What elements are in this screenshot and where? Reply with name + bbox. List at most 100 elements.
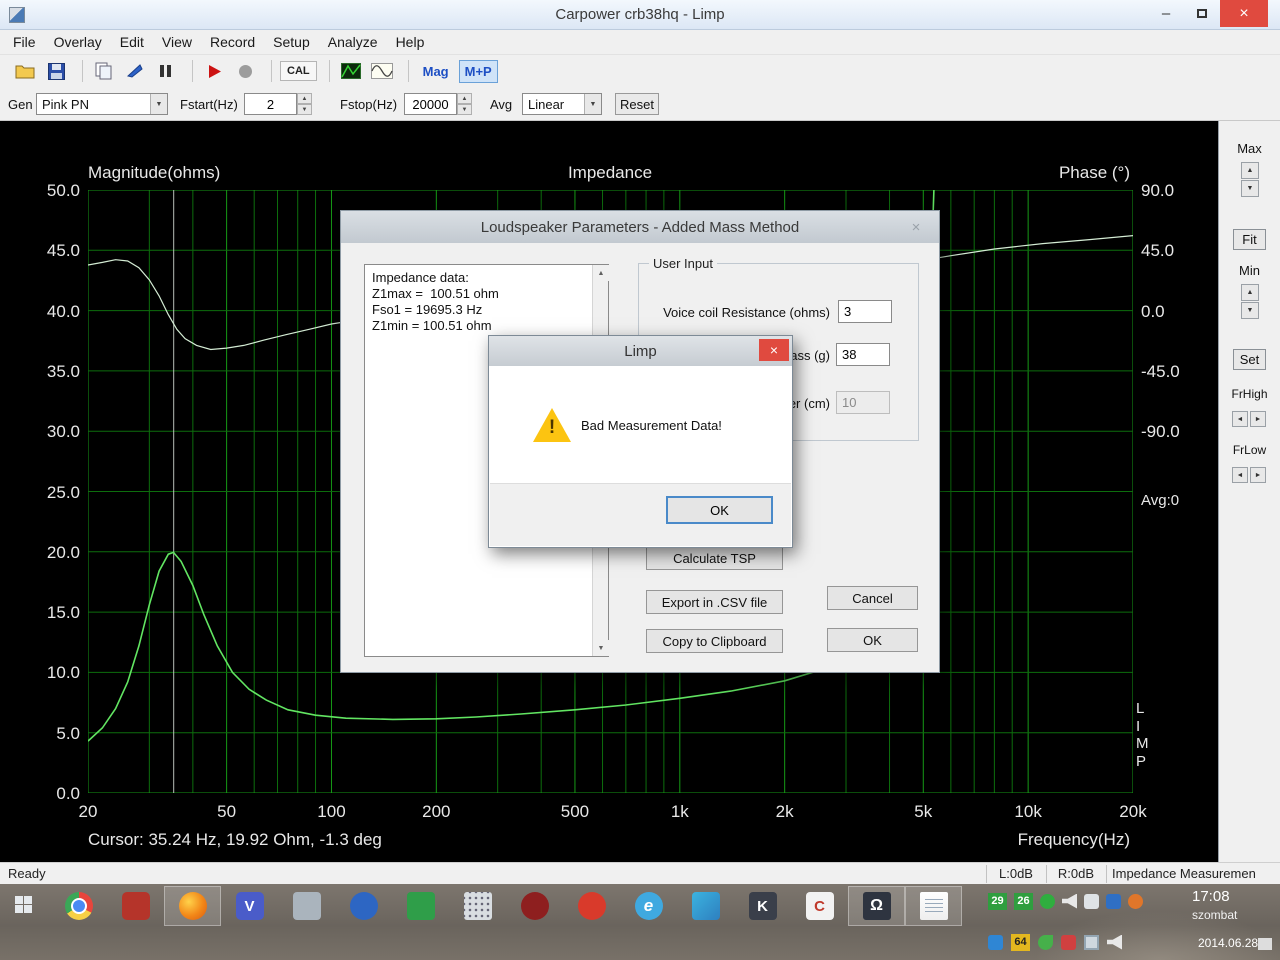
calibrate-button[interactable]: CAL bbox=[280, 61, 317, 81]
chevron-down-icon[interactable]: ▼ bbox=[150, 94, 167, 114]
spin-down-icon[interactable]: ▼ bbox=[457, 104, 472, 115]
show-desktop-icon[interactable] bbox=[1258, 938, 1272, 950]
tray-badge[interactable]: 29 bbox=[988, 892, 1007, 910]
taskbar-app-green-app[interactable] bbox=[392, 886, 449, 926]
taskbar-app-red-swirl[interactable] bbox=[563, 886, 620, 926]
record-stop-button[interactable] bbox=[232, 59, 258, 83]
frlow-left-button[interactable]: ◄ bbox=[1232, 467, 1248, 483]
marker-button[interactable] bbox=[122, 59, 148, 83]
fit-button[interactable]: Fit bbox=[1233, 229, 1266, 250]
taskbar-app-firefox[interactable] bbox=[164, 886, 221, 926]
min-down-button[interactable]: ▼ bbox=[1241, 302, 1259, 319]
taskbar-clock[interactable]: 17:08 szombat bbox=[1192, 888, 1256, 922]
taskbar-app-dark-red[interactable] bbox=[506, 886, 563, 926]
magnitude-phase-view-button[interactable]: M+P bbox=[458, 59, 498, 83]
copy-button[interactable] bbox=[91, 59, 117, 83]
spin-up-icon[interactable]: ▲ bbox=[457, 93, 472, 104]
taskbar-app-thunderbird[interactable] bbox=[335, 886, 392, 926]
pause-button[interactable] bbox=[153, 59, 179, 83]
export-csv-button[interactable]: Export in .CSV file bbox=[646, 590, 783, 614]
frhigh-right-button[interactable]: ► bbox=[1250, 411, 1266, 427]
taskbar-app-c-app[interactable]: C bbox=[791, 886, 848, 926]
maximize-button[interactable] bbox=[1184, 0, 1220, 27]
min-up-button[interactable]: ▲ bbox=[1241, 284, 1259, 301]
tray-badge[interactable]: 26 bbox=[1014, 892, 1033, 910]
taskbar-app-limp[interactable]: Ω bbox=[848, 886, 905, 926]
magnitude-view-button[interactable]: Mag bbox=[417, 61, 455, 82]
menu-file[interactable]: File bbox=[4, 31, 45, 53]
chevron-down-icon[interactable]: ▼ bbox=[584, 94, 601, 114]
toolbar-separator bbox=[328, 60, 330, 82]
tray-badge[interactable]: 64 bbox=[1011, 933, 1030, 951]
menu-help[interactable]: Help bbox=[387, 31, 434, 53]
tray-green-icon[interactable] bbox=[1040, 893, 1055, 909]
fstart-spinner[interactable]: ▲▼ bbox=[244, 93, 312, 115]
menu-view[interactable]: View bbox=[153, 31, 201, 53]
voice-coil-resistance-input[interactable] bbox=[838, 300, 892, 323]
msgbox-titlebar[interactable]: Limp × bbox=[489, 336, 792, 366]
msgbox-ok-button[interactable]: OK bbox=[666, 496, 773, 524]
minimize-button[interactable]: – bbox=[1148, 0, 1184, 27]
avg-label: Avg bbox=[490, 97, 513, 112]
avg-select[interactable]: Linear ▼ bbox=[522, 93, 602, 115]
max-down-button[interactable]: ▼ bbox=[1241, 180, 1259, 197]
spin-up-icon[interactable]: ▲ bbox=[297, 93, 312, 104]
calculate-tsp-button[interactable]: Calculate TSP bbox=[646, 546, 783, 570]
tray-blue-icon[interactable] bbox=[1106, 893, 1121, 909]
menu-record[interactable]: Record bbox=[201, 31, 264, 53]
start-button[interactable] bbox=[0, 884, 48, 926]
taskbar-apps: Ve KCΩ bbox=[50, 886, 962, 926]
tray-orange-icon[interactable] bbox=[1128, 893, 1143, 909]
dialog-ok-button[interactable]: OK bbox=[827, 628, 918, 652]
dialog-close-button[interactable]: × bbox=[901, 217, 931, 237]
tray-leaf-icon[interactable] bbox=[1038, 934, 1053, 950]
tray-speaker-icon[interactable] bbox=[1062, 893, 1077, 909]
frlow-right-button[interactable]: ► bbox=[1250, 467, 1266, 483]
fstop-spinner[interactable]: ▲▼ bbox=[404, 93, 472, 115]
save-button[interactable] bbox=[43, 59, 69, 83]
reset-button[interactable]: Reset bbox=[615, 93, 659, 115]
cancel-button[interactable]: Cancel bbox=[827, 586, 918, 610]
menu-edit[interactable]: Edit bbox=[111, 31, 153, 53]
tray-display-icon[interactable] bbox=[1084, 934, 1099, 950]
dialog-titlebar[interactable]: Loudspeaker Parameters - Added Mass Meth… bbox=[341, 211, 939, 243]
added-mass-input[interactable] bbox=[836, 343, 890, 366]
taskbar-app-gray-app[interactable] bbox=[278, 886, 335, 926]
taskbar-app-ie[interactable]: e bbox=[620, 886, 677, 926]
taskbar-app-notepad[interactable] bbox=[905, 886, 962, 926]
copy-clipboard-button[interactable]: Copy to Clipboard bbox=[646, 629, 783, 653]
up-arrow-icon: ▲ bbox=[1246, 289, 1254, 296]
generator-type-select[interactable]: Pink PN ▼ bbox=[36, 93, 168, 115]
spin-down-icon[interactable]: ▼ bbox=[297, 104, 312, 115]
frhigh-left-button[interactable]: ◄ bbox=[1232, 411, 1248, 427]
fstart-input[interactable] bbox=[244, 93, 297, 115]
spectrum-icon bbox=[340, 63, 361, 79]
tray-speaker2-icon[interactable] bbox=[1107, 934, 1122, 950]
signal-generator-button[interactable] bbox=[369, 59, 395, 83]
tray-red-icon[interactable] bbox=[1061, 934, 1076, 950]
taskbar-app-keyboard[interactable] bbox=[449, 886, 506, 926]
taskbar-app-media[interactable] bbox=[677, 886, 734, 926]
scroll-down-icon[interactable]: ▼ bbox=[593, 640, 609, 656]
msgbox-close-button[interactable]: × bbox=[759, 339, 789, 361]
menu-analyze[interactable]: Analyze bbox=[319, 31, 387, 53]
scroll-up-icon[interactable]: ▲ bbox=[593, 265, 609, 281]
impedance-data-line: Fso1 = 19695.3 Hz bbox=[372, 302, 483, 317]
fstop-input[interactable] bbox=[404, 93, 457, 115]
taskbar-app-chrome[interactable] bbox=[50, 886, 107, 926]
max-up-button[interactable]: ▲ bbox=[1241, 162, 1259, 179]
open-button[interactable] bbox=[12, 59, 38, 83]
record-play-button[interactable] bbox=[201, 59, 227, 83]
taskbar-app-kmplayer[interactable]: K bbox=[734, 886, 791, 926]
close-button[interactable]: × bbox=[1220, 0, 1268, 27]
pause-icon bbox=[160, 65, 171, 77]
taskbar-app-mail[interactable] bbox=[107, 886, 164, 926]
tray-white-icon[interactable] bbox=[1084, 893, 1099, 909]
taskbar-app-v-app[interactable]: V bbox=[221, 886, 278, 926]
spectrum-button[interactable] bbox=[338, 59, 364, 83]
menu-overlay[interactable]: Overlay bbox=[45, 31, 111, 53]
limp-overlay-letter: L bbox=[1136, 700, 1145, 717]
set-button[interactable]: Set bbox=[1233, 349, 1266, 370]
tray-key-icon[interactable] bbox=[988, 934, 1003, 950]
menu-setup[interactable]: Setup bbox=[264, 31, 319, 53]
